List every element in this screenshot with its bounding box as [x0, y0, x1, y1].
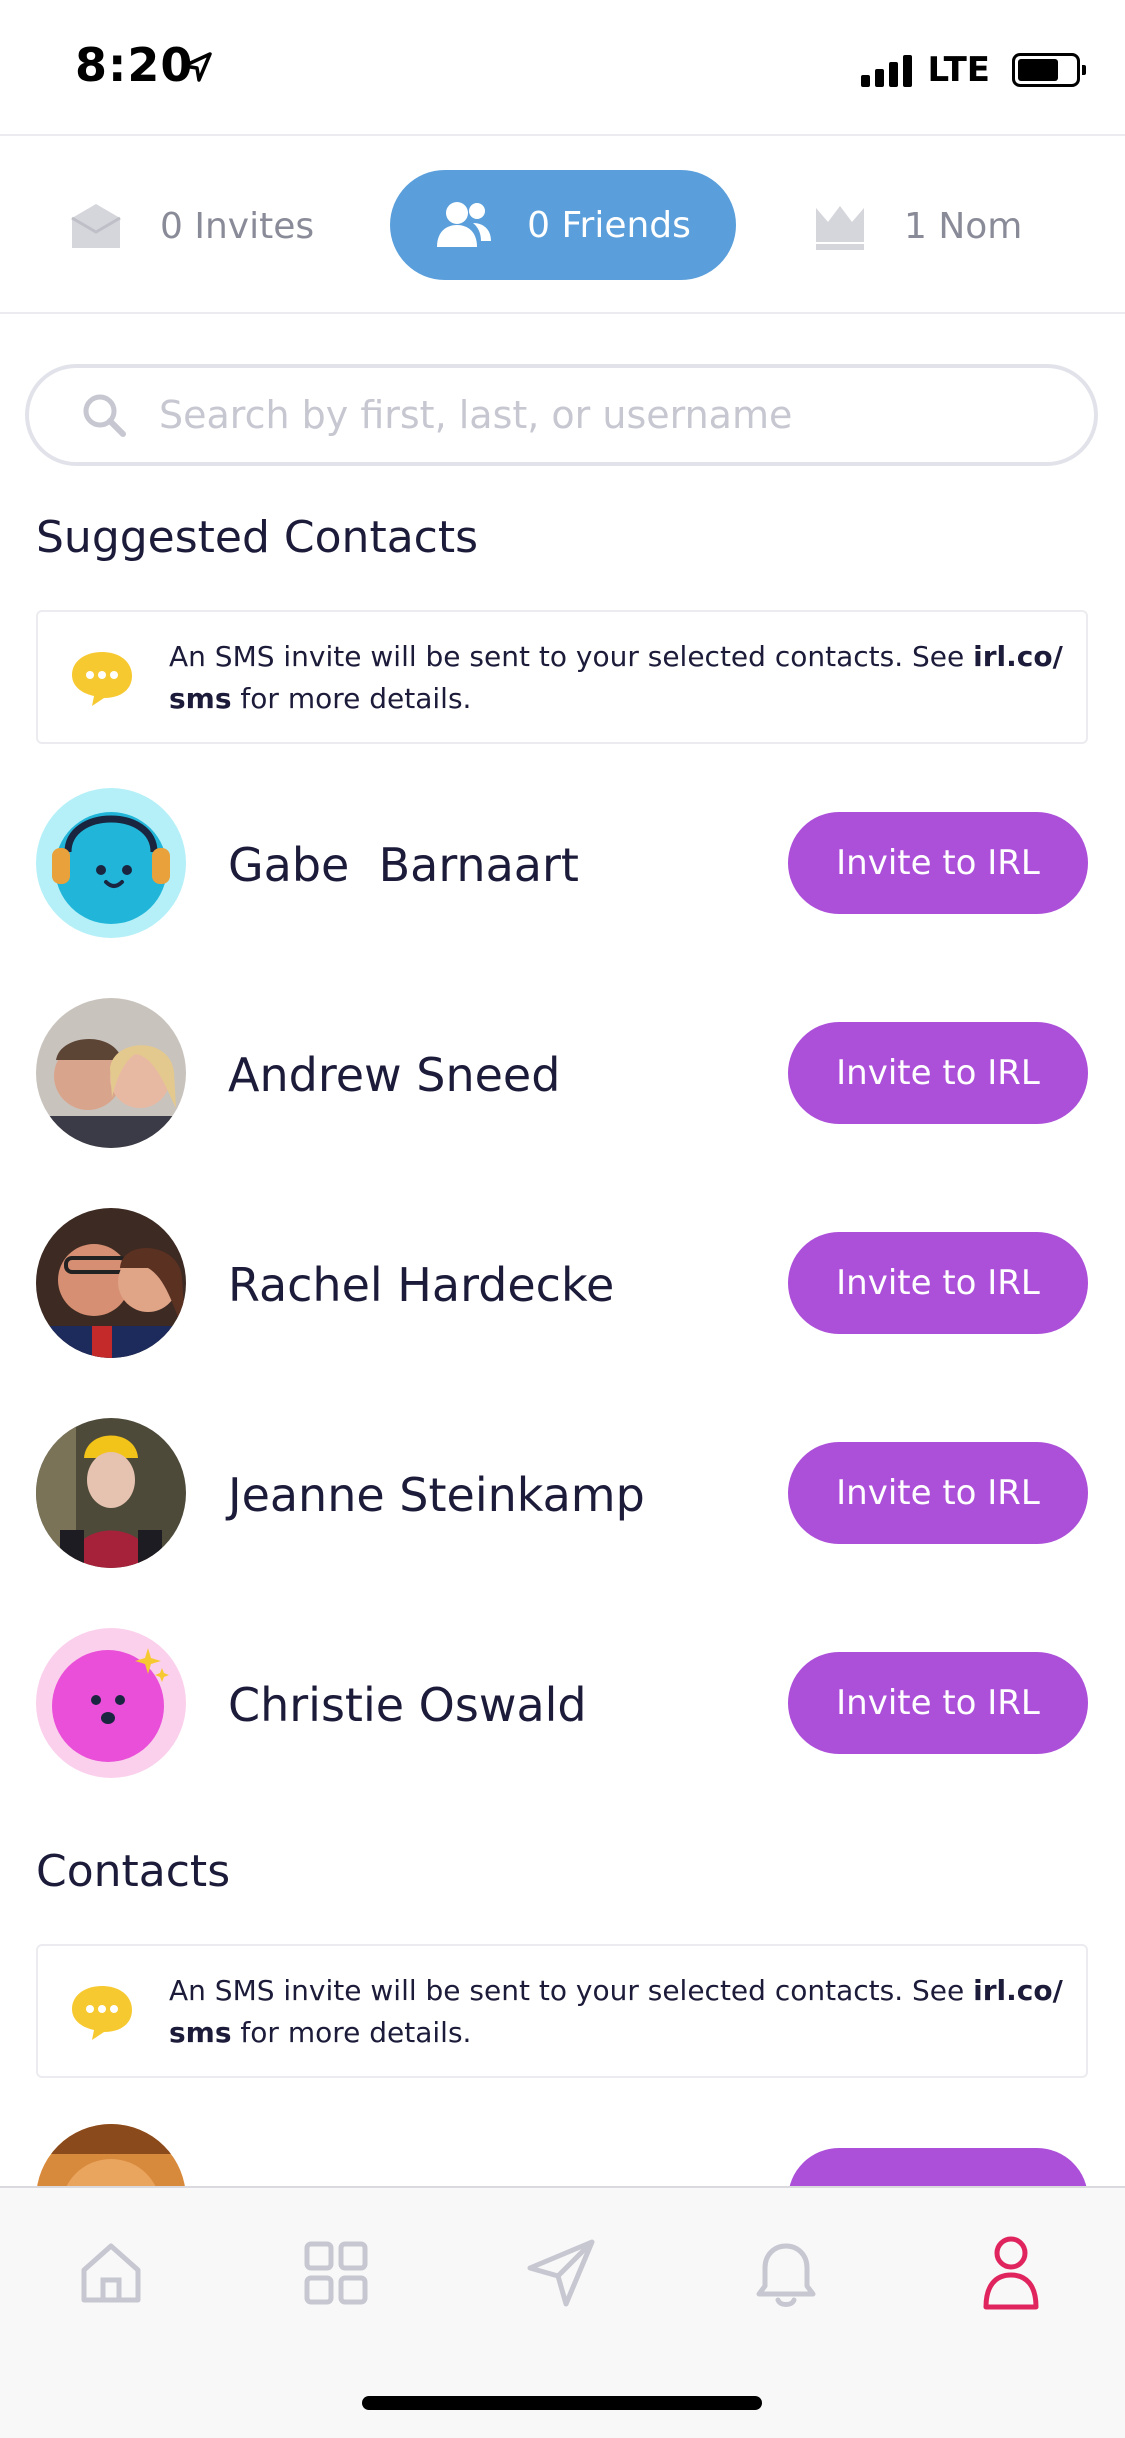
tab-friends-label: 0 Friends — [527, 204, 691, 246]
tab-invites[interactable]: 0 Invites — [68, 198, 314, 254]
people-icon — [435, 197, 493, 253]
contact-name: Andrew Sneed — [228, 1048, 561, 1102]
contact-row: Andrew Sneed Invite to IRL — [36, 998, 1088, 1148]
search-bar[interactable] — [25, 364, 1098, 466]
tab-invites-label: 0 Invites — [160, 205, 315, 247]
sms-notice: An SMS invite will be sent to your selec… — [36, 610, 1088, 744]
invite-button[interactable]: Invite to IRL — [788, 1022, 1088, 1124]
envelope-icon — [68, 198, 124, 254]
contact-row: Jeanne Steinkamp Invite to IRL — [36, 1418, 1088, 1568]
nav-home[interactable] — [66, 2230, 156, 2320]
contact-name: Gabe Barnaart — [228, 838, 579, 892]
tab-nom[interactable]: 1 Nom — [812, 198, 1022, 254]
status-indicators: LTE — [860, 50, 1086, 90]
avatar — [36, 1208, 186, 1358]
nav-profile[interactable] — [966, 2230, 1056, 2320]
network-label: LTE — [927, 50, 990, 90]
avatar — [36, 1628, 186, 1778]
profile-icon — [976, 2233, 1046, 2317]
invite-button[interactable]: Invite to IRL — [788, 1442, 1088, 1544]
tab-nom-label: 1 Nom — [904, 205, 1023, 247]
suggested-contacts-title: Suggested Contacts — [36, 512, 479, 563]
contact-row: Gabe Barnaart Invite to IRL — [36, 788, 1088, 938]
search-input[interactable] — [157, 392, 1011, 438]
bell-icon — [751, 2236, 821, 2314]
invite-button[interactable]: Invite to IRL — [788, 812, 1088, 914]
chat-bubble-icon — [70, 648, 134, 712]
location-arrow-icon — [180, 50, 214, 88]
avatar — [36, 1418, 186, 1568]
invite-button[interactable]: Invite to IRL — [788, 1232, 1088, 1334]
contact-name: Jeanne Steinkamp — [228, 1468, 645, 1522]
avatar — [36, 788, 186, 938]
invite-button[interactable]: Invite to IRL — [788, 1652, 1088, 1754]
status-time: 8:20 — [75, 38, 194, 92]
signal-icon — [860, 53, 912, 87]
crown-icon — [812, 198, 868, 254]
sms-notice: An SMS invite will be sent to your selec… — [36, 1944, 1088, 2078]
contacts-title: Contacts — [36, 1846, 231, 1897]
contact-name: Christie Oswald — [228, 1678, 587, 1732]
contact-row: Christie Oswald Invite to IRL — [36, 1628, 1088, 1778]
contact-row: Rachel Hardecke Invite to IRL — [36, 1208, 1088, 1358]
search-icon — [81, 392, 127, 438]
avatar — [36, 998, 186, 1148]
top-tab-bar: 0 Invites 0 Friends 1 Nom — [0, 134, 1125, 314]
nav-grid[interactable] — [291, 2230, 381, 2320]
sms-notice-text: An SMS invite will be sent to your selec… — [169, 640, 1063, 715]
nav-send[interactable] — [516, 2230, 606, 2320]
home-indicator — [362, 2396, 762, 2410]
sms-notice-text: An SMS invite will be sent to your selec… — [169, 1974, 1063, 2049]
grid-icon — [301, 2238, 371, 2312]
send-icon — [524, 2236, 598, 2314]
tab-friends[interactable]: 0 Friends — [390, 170, 736, 280]
battery-icon — [1012, 53, 1086, 87]
nav-notifications[interactable] — [741, 2230, 831, 2320]
home-icon — [76, 2238, 146, 2312]
chat-bubble-icon — [70, 1982, 134, 2046]
contact-name: Rachel Hardecke — [228, 1258, 615, 1312]
